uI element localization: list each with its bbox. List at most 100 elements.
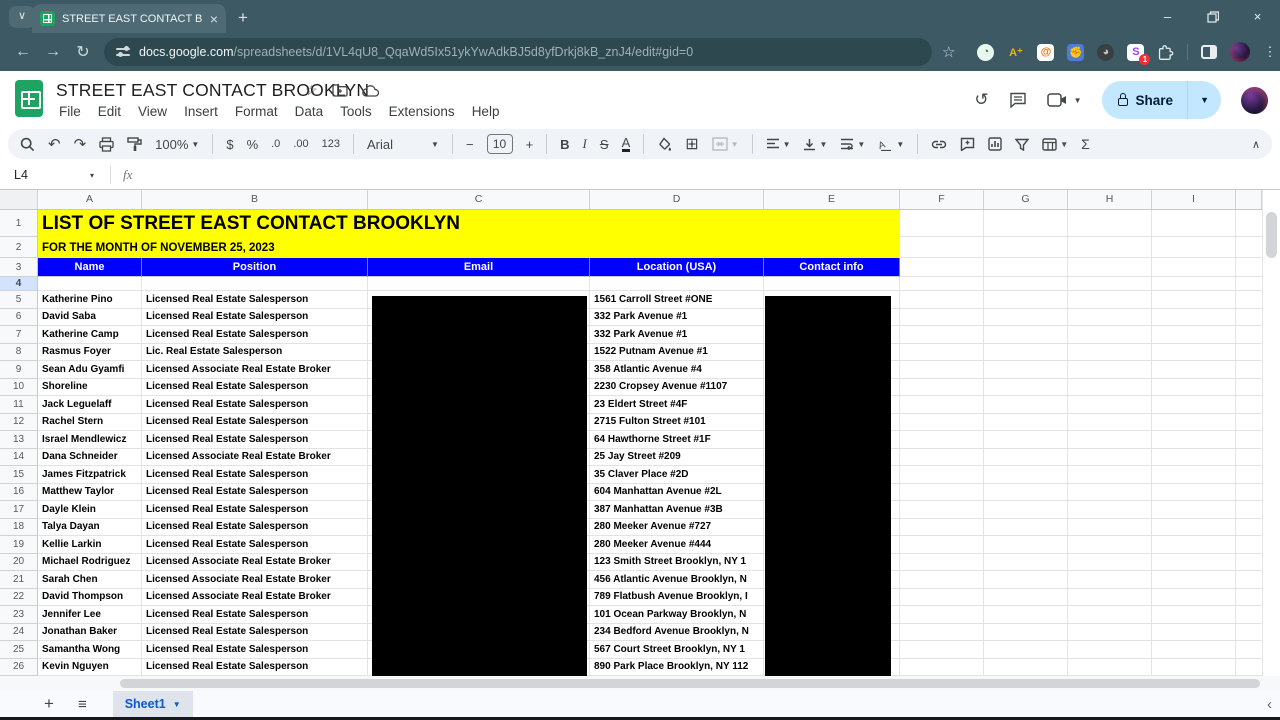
cell-name[interactable]: David Saba [38, 309, 142, 327]
cell-location[interactable]: 2230 Cropsey Avenue #1107 [590, 379, 764, 397]
camera-caret-icon[interactable]: ▼ [1074, 96, 1082, 105]
account-avatar[interactable] [1241, 87, 1268, 114]
window-minimize-button[interactable]: – [1145, 0, 1190, 33]
column-header-B[interactable]: B [142, 190, 368, 209]
menu-file[interactable]: File [52, 102, 88, 121]
version-history-icon[interactable]: ↺ [974, 90, 988, 110]
menu-data[interactable]: Data [288, 102, 331, 121]
browser-tab[interactable]: STREET EAST CONTACT BROOK × [32, 4, 226, 33]
text-wrap-button[interactable]: ▼ [840, 138, 865, 150]
column-header-G[interactable]: G [984, 190, 1068, 209]
row-header[interactable]: 18 [0, 519, 38, 537]
cell-location[interactable]: 25 Jay Street #209 [590, 449, 764, 467]
row-header[interactable]: 15 [0, 466, 38, 484]
forward-icon[interactable]: → [38, 43, 68, 61]
cell-location[interactable]: 567 Court Street Brooklyn, NY 1 [590, 641, 764, 659]
column-header-I[interactable]: I [1152, 190, 1236, 209]
cell-position[interactable]: Licensed Real Estate Salesperson [142, 659, 368, 677]
cell-name[interactable]: Sarah Chen [38, 571, 142, 589]
cell-name[interactable]: Dayle Klein [38, 501, 142, 519]
cell-position[interactable]: Licensed Real Estate Salesperson [142, 501, 368, 519]
cell-position[interactable]: Licensed Real Estate Salesperson [142, 309, 368, 327]
create-filter-button[interactable] [1015, 138, 1029, 151]
cell-position[interactable]: Licensed Real Estate Salesperson [142, 326, 368, 344]
cell-position[interactable]: Licensed Real Estate Salesperson [142, 519, 368, 537]
column-title-cell[interactable]: Location (USA) [590, 258, 764, 277]
back-icon[interactable]: ← [8, 43, 38, 61]
cell-position[interactable]: Licensed Real Estate Salesperson [142, 484, 368, 502]
text-color-button[interactable]: A [622, 137, 631, 152]
row-header[interactable]: 14 [0, 449, 38, 467]
horizontal-scroll-thumb[interactable] [120, 679, 1260, 688]
cell-location[interactable]: 332 Park Avenue #1 [590, 326, 764, 344]
browser-menu-icon[interactable]: ⋮ [1263, 44, 1276, 60]
horizontal-scrollbar[interactable] [0, 676, 1280, 691]
horizontal-align-button[interactable]: ▼ [766, 138, 791, 150]
cell-name[interactable]: Israel Mendlewicz [38, 431, 142, 449]
cloud-saved-icon[interactable] [362, 85, 380, 97]
search-icon[interactable] [20, 137, 35, 152]
row-header[interactable]: 1 [0, 210, 38, 237]
sheet-subtitle-cell[interactable]: FOR THE MONTH OF NOVEMBER 25, 2023 [38, 237, 900, 258]
functions-button[interactable]: Σ [1081, 136, 1090, 152]
cell-location[interactable]: 1522 Putnam Avenue #1 [590, 344, 764, 362]
vertical-align-button[interactable]: ▼ [803, 138, 827, 151]
row-header[interactable]: 23 [0, 606, 38, 624]
column-header-E[interactable]: E [764, 190, 900, 209]
cell-name[interactable]: Kevin Nguyen [38, 659, 142, 677]
s-extension-icon[interactable]: S1 [1127, 44, 1144, 61]
column-header-D[interactable]: D [590, 190, 764, 209]
insert-comment-button[interactable] [960, 137, 975, 151]
sheet-title-cell[interactable]: LIST OF STREET EAST CONTACT BROOKLYN [38, 210, 900, 237]
extensions-puzzle-icon[interactable] [1157, 44, 1174, 61]
cell-name[interactable]: Talya Dayan [38, 519, 142, 537]
cell-name[interactable]: James Fitzpatrick [38, 466, 142, 484]
cell-location[interactable]: 64 Hawthorne Street #1F [590, 431, 764, 449]
sheet-tab-caret-icon[interactable]: ▼ [173, 700, 181, 709]
site-settings-icon[interactable] [116, 46, 130, 58]
cell-name[interactable]: Michael Rodriguez [38, 554, 142, 572]
share-button[interactable]: Share ▼ [1102, 81, 1221, 119]
cell-location[interactable]: 332 Park Avenue #1 [590, 309, 764, 327]
all-sheets-icon[interactable]: ≡ [78, 696, 87, 713]
cell-position[interactable]: Licensed Real Estate Salesperson [142, 414, 368, 432]
row-header[interactable]: 8 [0, 344, 38, 362]
cell-location[interactable]: 123 Smith Street Brooklyn, NY 1 [590, 554, 764, 572]
format-currency-button[interactable]: $ [226, 137, 233, 152]
row-header[interactable]: 13 [0, 431, 38, 449]
cell-position[interactable]: Licensed Associate Real Estate Broker [142, 554, 368, 572]
cell-position[interactable]: Licensed Associate Real Estate Broker [142, 571, 368, 589]
strikethrough-button[interactable]: S [600, 137, 609, 152]
row-header[interactable]: 19 [0, 536, 38, 554]
row-header[interactable]: 24 [0, 624, 38, 642]
column-header-F[interactable]: F [900, 190, 984, 209]
insert-link-button[interactable] [931, 140, 947, 149]
side-panel-icon[interactable] [1201, 45, 1217, 59]
column-title-cell[interactable]: Position [142, 258, 368, 277]
spreadsheet-grid[interactable]: ABCDEFGHI 1 LIST OF STREET EAST CONTACT … [0, 190, 1262, 676]
row-header[interactable]: 17 [0, 501, 38, 519]
cell-position[interactable]: Lic. Real Estate Salesperson [142, 344, 368, 362]
increase-decimal-button[interactable]: .00 [293, 138, 308, 150]
increase-font-button[interactable]: + [526, 137, 534, 152]
column-title-cell[interactable]: Name [38, 258, 142, 277]
cell-location[interactable]: 23 Eldert Street #4F [590, 396, 764, 414]
name-box-caret-icon[interactable]: ▾ [90, 171, 94, 180]
cell-location[interactable]: 280 Meeker Avenue #727 [590, 519, 764, 537]
cell-name[interactable]: Katherine Camp [38, 326, 142, 344]
print-icon[interactable] [99, 137, 114, 152]
cell-position[interactable]: Licensed Real Estate Salesperson [142, 291, 368, 309]
sheet-tab-sheet1[interactable]: Sheet1 ▼ [113, 691, 193, 717]
cell-location[interactable]: 358 Atlantic Avenue #4 [590, 361, 764, 379]
cell-position[interactable]: Licensed Associate Real Estate Broker [142, 361, 368, 379]
menu-format[interactable]: Format [228, 102, 285, 121]
row-header[interactable]: 20 [0, 554, 38, 572]
cell-location[interactable]: 789 Flatbush Avenue Brooklyn, I [590, 589, 764, 607]
row-header[interactable]: 26 [0, 659, 38, 677]
row-header[interactable]: 22 [0, 589, 38, 607]
row-header[interactable]: 9 [0, 361, 38, 379]
row-header[interactable]: 21 [0, 571, 38, 589]
menu-edit[interactable]: Edit [91, 102, 128, 121]
cell-location[interactable]: 280 Meeker Avenue #444 [590, 536, 764, 554]
window-close-button[interactable]: × [1235, 0, 1280, 33]
